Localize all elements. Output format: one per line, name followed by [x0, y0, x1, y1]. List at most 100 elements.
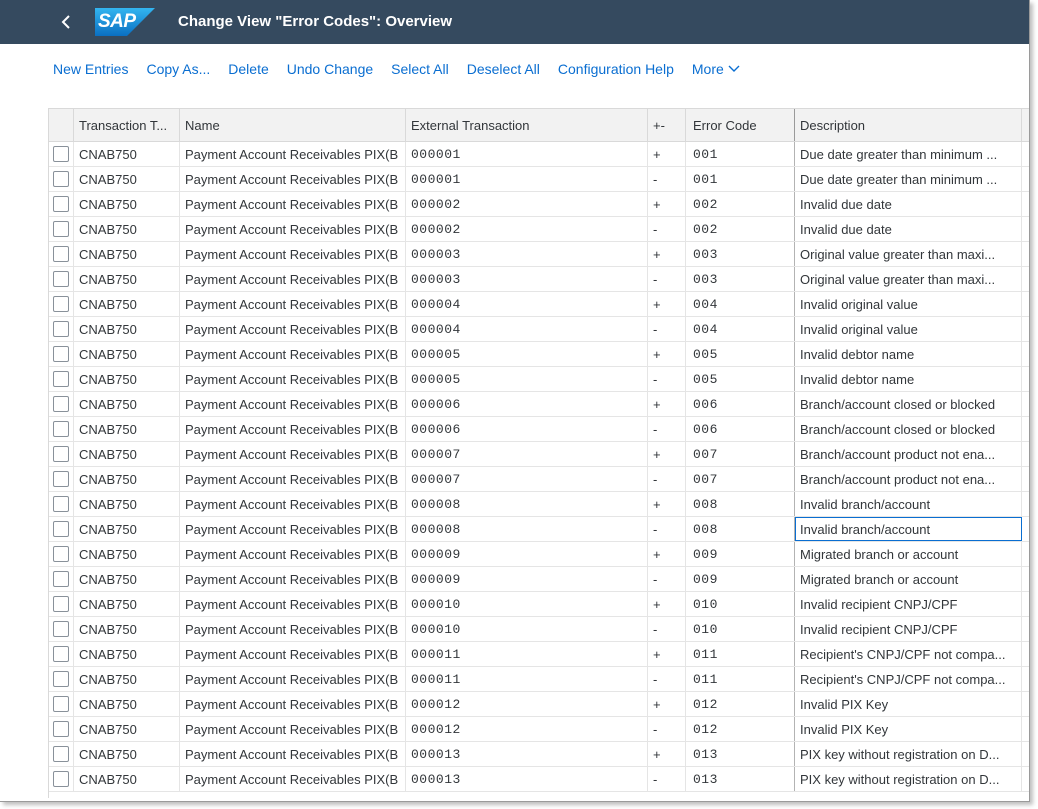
- table-row[interactable]: CNAB750 Payment Account Receivables PIX(B…: [49, 767, 1029, 792]
- row-checkbox[interactable]: [53, 146, 69, 162]
- row-checkbox[interactable]: [53, 271, 69, 287]
- row-checkbox[interactable]: [53, 596, 69, 612]
- error-code-cell: 009: [686, 567, 795, 591]
- table-row[interactable]: CNAB750 Payment Account Receivables PIX(B…: [49, 592, 1029, 617]
- description-field[interactable]: Invalid branch/account: [795, 517, 1022, 541]
- table-row[interactable]: CNAB750 Payment Account Receivables PIX(B…: [49, 692, 1029, 717]
- undo-change-button[interactable]: Undo Change: [278, 61, 382, 77]
- row-checkbox[interactable]: [53, 321, 69, 337]
- header-plus-minus[interactable]: +-: [648, 109, 686, 141]
- description-field[interactable]: Original value greater than maxi...: [795, 242, 1022, 266]
- header-error-code[interactable]: Error Code: [686, 109, 795, 141]
- description-field[interactable]: Recipient's CNPJ/CPF not compa...: [795, 642, 1022, 666]
- description-field[interactable]: Original value greater than maxi...: [795, 267, 1022, 291]
- delete-button[interactable]: Delete: [219, 61, 277, 77]
- row-checkbox[interactable]: [53, 171, 69, 187]
- table-row[interactable]: CNAB750 Payment Account Receivables PIX(B…: [49, 342, 1029, 367]
- transaction-type-cell: CNAB750: [74, 442, 180, 466]
- description-field[interactable]: Invalid original value: [795, 317, 1022, 341]
- table-row[interactable]: CNAB750 Payment Account Receivables PIX(B…: [49, 667, 1029, 692]
- description-field[interactable]: Branch/account product not ena...: [795, 442, 1022, 466]
- header-transaction-type[interactable]: Transaction T...: [74, 109, 180, 141]
- description-text: PIX key without registration on D...: [800, 771, 1000, 787]
- header-external-transaction[interactable]: External Transaction: [406, 109, 648, 141]
- description-field[interactable]: Invalid original value: [795, 292, 1022, 316]
- row-checkbox[interactable]: [53, 546, 69, 562]
- row-checkbox[interactable]: [53, 371, 69, 387]
- table-row[interactable]: CNAB750 Payment Account Receivables PIX(B…: [49, 542, 1029, 567]
- description-field[interactable]: Invalid due date: [795, 192, 1022, 216]
- row-checkbox[interactable]: [53, 696, 69, 712]
- description-field[interactable]: Due date greater than minimum ...: [795, 142, 1022, 166]
- table-row[interactable]: CNAB750 Payment Account Receivables PIX(B…: [49, 442, 1029, 467]
- table-row[interactable]: CNAB750 Payment Account Receivables PIX(B…: [49, 417, 1029, 442]
- row-checkbox[interactable]: [53, 196, 69, 212]
- row-checkbox[interactable]: [53, 421, 69, 437]
- row-checkbox[interactable]: [53, 446, 69, 462]
- row-checkbox[interactable]: [53, 646, 69, 662]
- row-checkbox[interactable]: [53, 396, 69, 412]
- header-description[interactable]: Description: [795, 109, 1022, 141]
- row-checkbox[interactable]: [53, 771, 69, 787]
- description-field[interactable]: Invalid recipient CNPJ/CPF: [795, 592, 1022, 616]
- table-row[interactable]: CNAB750 Payment Account Receivables PIX(B…: [49, 642, 1029, 667]
- row-checkbox[interactable]: [53, 621, 69, 637]
- table-row[interactable]: CNAB750 Payment Account Receivables PIX(B…: [49, 617, 1029, 642]
- row-checkbox[interactable]: [53, 296, 69, 312]
- description-field[interactable]: Branch/account product not ena...: [795, 467, 1022, 491]
- description-field[interactable]: Branch/account closed or blocked: [795, 392, 1022, 416]
- table-row[interactable]: CNAB750 Payment Account Receivables PIX(B…: [49, 292, 1029, 317]
- table-row[interactable]: CNAB750 Payment Account Receivables PIX(B…: [49, 217, 1029, 242]
- select-all-button[interactable]: Select All: [382, 61, 458, 77]
- table-row[interactable]: CNAB750 Payment Account Receivables PIX(B…: [49, 717, 1029, 742]
- row-checkbox[interactable]: [53, 671, 69, 687]
- description-field[interactable]: Invalid PIX Key: [795, 692, 1022, 716]
- table-row[interactable]: CNAB750 Payment Account Receivables PIX(B…: [49, 742, 1029, 767]
- table-row[interactable]: CNAB750 Payment Account Receivables PIX(B…: [49, 567, 1029, 592]
- more-button[interactable]: More: [683, 61, 749, 77]
- description-text: Due date greater than minimum ...: [800, 171, 998, 187]
- description-field[interactable]: Branch/account closed or blocked: [795, 417, 1022, 441]
- description-field[interactable]: Invalid recipient CNPJ/CPF: [795, 617, 1022, 641]
- copy-as-button[interactable]: Copy As...: [137, 61, 219, 77]
- back-button[interactable]: [52, 8, 80, 36]
- row-checkbox[interactable]: [53, 246, 69, 262]
- table-row[interactable]: CNAB750 Payment Account Receivables PIX(B…: [49, 242, 1029, 267]
- table-row[interactable]: CNAB750 Payment Account Receivables PIX(B…: [49, 517, 1029, 542]
- description-field[interactable]: Invalid due date: [795, 217, 1022, 241]
- table-row[interactable]: CNAB750 Payment Account Receivables PIX(B…: [49, 192, 1029, 217]
- row-checkbox[interactable]: [53, 521, 69, 537]
- error-code-cell: 008: [686, 517, 795, 541]
- new-entries-button[interactable]: New Entries: [44, 61, 137, 77]
- row-checkbox[interactable]: [53, 221, 69, 237]
- description-field[interactable]: Due date greater than minimum ...: [795, 167, 1022, 191]
- description-field[interactable]: Invalid debtor name: [795, 367, 1022, 391]
- description-field[interactable]: Invalid branch/account: [795, 492, 1022, 516]
- name-cell: Payment Account Receivables PIX(B: [180, 392, 406, 416]
- description-field[interactable]: PIX key without registration on D...: [795, 767, 1022, 791]
- row-checkbox[interactable]: [53, 721, 69, 737]
- description-field[interactable]: Invalid PIX Key: [795, 717, 1022, 741]
- table-row[interactable]: CNAB750 Payment Account Receivables PIX(B…: [49, 267, 1029, 292]
- row-checkbox[interactable]: [53, 346, 69, 362]
- table-row[interactable]: CNAB750 Payment Account Receivables PIX(B…: [49, 317, 1029, 342]
- description-field[interactable]: PIX key without registration on D...: [795, 742, 1022, 766]
- description-field[interactable]: Migrated branch or account: [795, 567, 1022, 591]
- table-row[interactable]: CNAB750 Payment Account Receivables PIX(B…: [49, 367, 1029, 392]
- row-checkbox[interactable]: [53, 746, 69, 762]
- header-name[interactable]: Name: [180, 109, 406, 141]
- table-row[interactable]: CNAB750 Payment Account Receivables PIX(B…: [49, 467, 1029, 492]
- row-checkbox[interactable]: [53, 496, 69, 512]
- description-field[interactable]: Recipient's CNPJ/CPF not compa...: [795, 667, 1022, 691]
- deselect-all-button[interactable]: Deselect All: [458, 61, 549, 77]
- table-row[interactable]: CNAB750 Payment Account Receivables PIX(B…: [49, 142, 1029, 167]
- table-row[interactable]: CNAB750 Payment Account Receivables PIX(B…: [49, 392, 1029, 417]
- name-cell: Payment Account Receivables PIX(B: [180, 267, 406, 291]
- row-checkbox[interactable]: [53, 571, 69, 587]
- configuration-help-button[interactable]: Configuration Help: [549, 61, 683, 77]
- row-checkbox[interactable]: [53, 471, 69, 487]
- description-field[interactable]: Invalid debtor name: [795, 342, 1022, 366]
- table-row[interactable]: CNAB750 Payment Account Receivables PIX(B…: [49, 167, 1029, 192]
- table-row[interactable]: CNAB750 Payment Account Receivables PIX(B…: [49, 492, 1029, 517]
- description-field[interactable]: Migrated branch or account: [795, 542, 1022, 566]
